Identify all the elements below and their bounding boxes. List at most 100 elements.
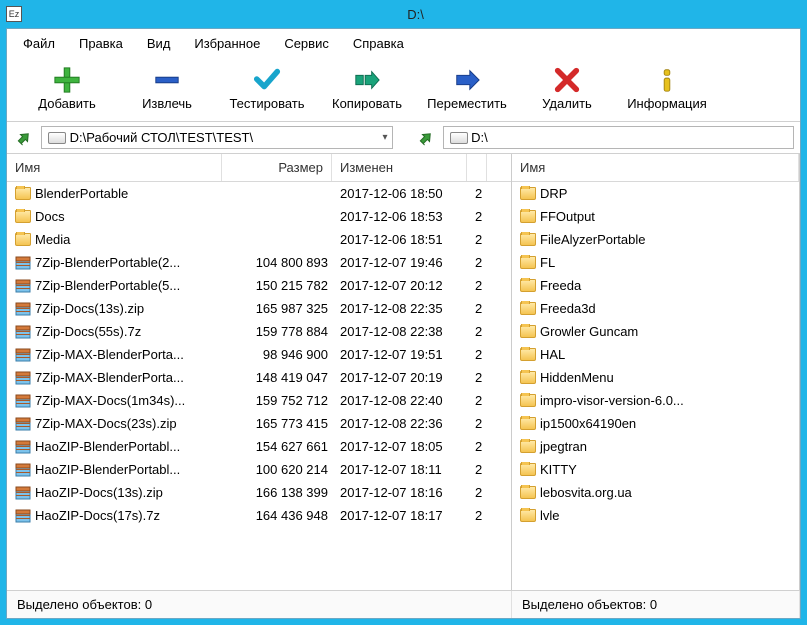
table-row[interactable]: Freeda xyxy=(512,274,799,297)
list-right[interactable]: DRP FFOutputFileAlyzerPortableFLFreedaFre… xyxy=(512,182,799,590)
col-size[interactable]: Размер xyxy=(222,154,332,181)
file-name: Growler Guncam xyxy=(540,324,638,339)
nav-up-right-icon[interactable] xyxy=(415,127,437,149)
menu-избранное[interactable]: Избранное xyxy=(184,33,270,54)
pane-right: Имя DRPFFOutputFileAlyzerPortableFLFreed… xyxy=(512,154,800,590)
folder-icon xyxy=(520,279,536,292)
menu-правка[interactable]: Правка xyxy=(69,33,133,54)
file-size: 164 436 948 xyxy=(224,508,334,523)
menu-вид[interactable]: Вид xyxy=(137,33,181,54)
toolbar: ДобавитьИзвлечьТестироватьКопировать Пере… xyxy=(7,58,800,122)
file-extra: 2 xyxy=(469,232,489,247)
table-row[interactable]: Freeda3d xyxy=(512,297,799,320)
file-size: 165 987 325 xyxy=(224,301,334,316)
file-name: BlenderPortable xyxy=(35,186,128,201)
table-row[interactable]: Growler Guncam xyxy=(512,320,799,343)
table-row[interactable]: BlenderPortable2017-12-06 18:502 xyxy=(7,182,511,205)
table-row[interactable]: DRP xyxy=(512,182,799,205)
path-input-right[interactable]: D:\ xyxy=(443,126,795,149)
table-row[interactable]: FFOutput xyxy=(512,205,799,228)
table-row[interactable]: 7Zip-MAX-BlenderPorta...148 419 0472017-… xyxy=(7,366,511,389)
archive-icon xyxy=(15,439,31,455)
table-row[interactable]: HAL xyxy=(512,343,799,366)
table-row[interactable]: Media2017-12-06 18:512 xyxy=(7,228,511,251)
titlebar[interactable]: Ez D:\ xyxy=(0,0,807,28)
table-row[interactable]: 7Zip-BlenderPortable(2...104 800 8932017… xyxy=(7,251,511,274)
table-row[interactable]: FL xyxy=(512,251,799,274)
table-row[interactable]: KITTY xyxy=(512,458,799,481)
table-row[interactable]: 7Zip-MAX-Docs(1m34s)...159 752 7122017-1… xyxy=(7,389,511,412)
archive-icon xyxy=(15,393,31,409)
table-row[interactable]: 7Zip-BlenderPortable(5...150 215 7822017… xyxy=(7,274,511,297)
table-row[interactable]: HaoZIP-Docs(13s).zip166 138 3992017-12-0… xyxy=(7,481,511,504)
drive-icon xyxy=(48,132,66,144)
nav-up-left-icon[interactable] xyxy=(13,127,35,149)
file-name: DRP xyxy=(540,186,567,201)
menubar: ФайлПравкаВидИзбранноеСервисСправка xyxy=(7,29,800,58)
table-row[interactable]: HaoZIP-BlenderPortabl...100 620 2142017-… xyxy=(7,458,511,481)
file-size: 100 620 214 xyxy=(224,462,334,477)
file-extra: 2 xyxy=(469,462,489,477)
table-row[interactable]: lebosvita.org.ua xyxy=(512,481,799,504)
table-row[interactable]: 7Zip-MAX-BlenderPorta...98 946 9002017-1… xyxy=(7,343,511,366)
table-row[interactable]: impro-visor-version-6.0... xyxy=(512,389,799,412)
copy-button[interactable]: Копировать xyxy=(317,64,417,113)
file-name: HaoZIP-BlenderPortabl... xyxy=(35,462,180,477)
table-row[interactable]: HiddenMenu xyxy=(512,366,799,389)
table-row[interactable]: ip1500x64190en xyxy=(512,412,799,435)
chevron-down-icon[interactable]: ▾ xyxy=(382,132,387,143)
table-row[interactable]: jpegtran xyxy=(512,435,799,458)
menu-справка[interactable]: Справка xyxy=(343,33,414,54)
folder-icon xyxy=(520,463,536,476)
folder-icon xyxy=(520,371,536,384)
move-button[interactable]: Переместить xyxy=(417,64,517,113)
file-size: 148 419 047 xyxy=(224,370,334,385)
file-extra: 2 xyxy=(469,255,489,270)
file-extra: 2 xyxy=(469,278,489,293)
toolbar-label: Удалить xyxy=(542,96,592,111)
test-button[interactable]: Тестировать xyxy=(217,64,317,113)
table-row[interactable]: Docs2017-12-06 18:532 xyxy=(7,205,511,228)
archive-icon xyxy=(15,301,31,317)
table-row[interactable]: FileAlyzerPortable xyxy=(512,228,799,251)
table-row[interactable]: 7Zip-Docs(13s).zip165 987 3252017-12-08 … xyxy=(7,297,511,320)
file-size: 166 138 399 xyxy=(224,485,334,500)
file-name: 7Zip-Docs(13s).zip xyxy=(35,301,144,316)
col-name[interactable]: Имя xyxy=(512,154,799,181)
copy-icon xyxy=(351,66,383,94)
table-row[interactable]: HaoZIP-Docs(17s).7z164 436 9482017-12-07… xyxy=(7,504,511,527)
file-date: 2017-12-08 22:38 xyxy=(334,324,469,339)
table-row[interactable]: 7Zip-MAX-Docs(23s).zip165 773 4152017-12… xyxy=(7,412,511,435)
file-date: 2017-12-07 18:05 xyxy=(334,439,469,454)
delete-button[interactable]: Удалить xyxy=(517,64,617,113)
file-name: 7Zip-Docs(55s).7z xyxy=(35,324,141,339)
path-input-left[interactable]: D:\Рабочий СТОЛ\TEST\TEST\ ▾ xyxy=(41,126,393,149)
table-row[interactable]: lvle xyxy=(512,504,799,527)
table-row[interactable]: 7Zip-Docs(55s).7z159 778 8842017-12-08 2… xyxy=(7,320,511,343)
file-extra: 2 xyxy=(469,324,489,339)
menu-файл[interactable]: Файл xyxy=(13,33,65,54)
add-button[interactable]: Добавить xyxy=(17,64,117,113)
folder-icon xyxy=(15,187,31,200)
app-window: Ez D:\ ФайлПравкаВидИзбранноеСервисСправ… xyxy=(0,0,807,625)
folder-icon xyxy=(520,486,536,499)
col-extra[interactable] xyxy=(467,154,487,181)
info-button[interactable]: Информация xyxy=(617,64,717,113)
file-extra: 2 xyxy=(469,508,489,523)
file-name: HaoZIP-Docs(13s).zip xyxy=(35,485,163,500)
menu-сервис[interactable]: Сервис xyxy=(274,33,339,54)
file-date: 2017-12-07 18:17 xyxy=(334,508,469,523)
extract-button[interactable]: Извлечь xyxy=(117,64,217,113)
file-name: lebosvita.org.ua xyxy=(540,485,632,500)
folder-icon xyxy=(520,233,536,246)
col-name[interactable]: Имя xyxy=(7,154,222,181)
file-name: Docs xyxy=(35,209,65,224)
toolbar-label: Переместить xyxy=(427,96,507,111)
client-area: ФайлПравкаВидИзбранноеСервисСправка Доба… xyxy=(6,28,801,619)
pathbar-row: D:\Рабочий СТОЛ\TEST\TEST\ ▾ D:\ xyxy=(7,122,800,154)
list-left[interactable]: BlenderPortable2017-12-06 18:502Docs2017… xyxy=(7,182,511,590)
col-date[interactable]: Изменен xyxy=(332,154,467,181)
table-row[interactable]: HaoZIP-BlenderPortabl...154 627 6612017-… xyxy=(7,435,511,458)
info-icon xyxy=(651,66,683,94)
file-date: 2017-12-07 20:12 xyxy=(334,278,469,293)
